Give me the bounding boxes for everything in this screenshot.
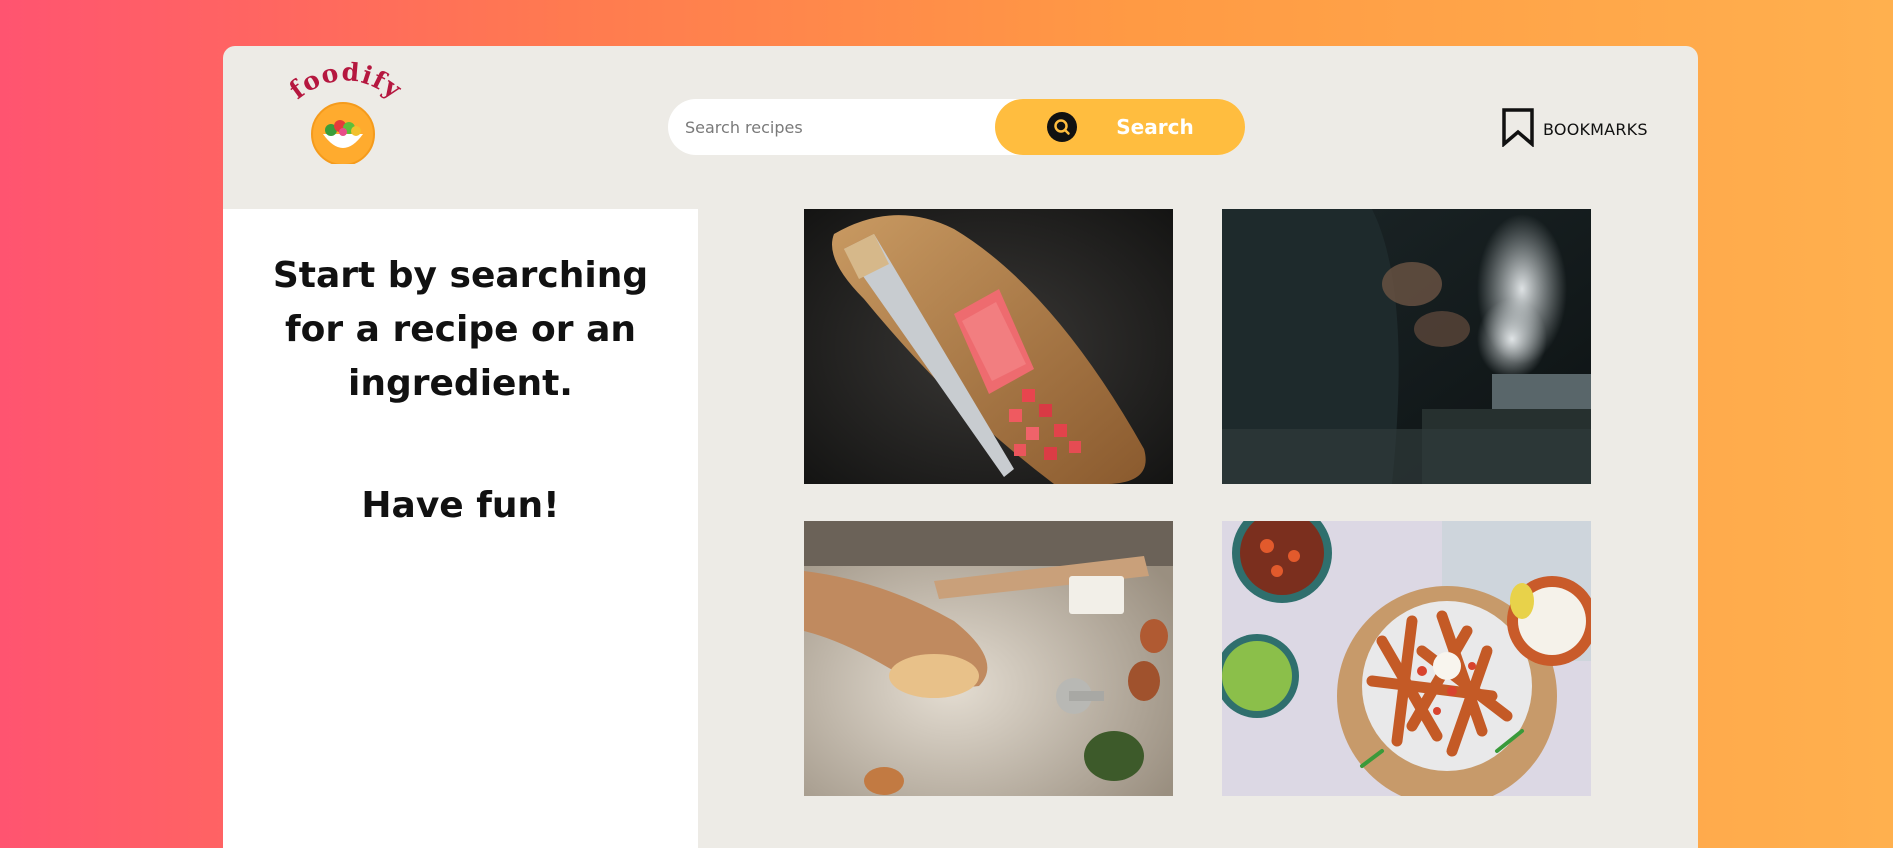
search-button-label: Search <box>1116 115 1194 139</box>
gallery-image-chef-steam <box>1222 209 1591 484</box>
bookmarks-button[interactable]: BOOKMARKS <box>1501 107 1648 151</box>
gallery-image-knife-tuna <box>804 209 1173 484</box>
svg-text:foodify: foodify <box>285 57 405 105</box>
search-icon <box>1046 111 1078 143</box>
gallery-image-dough <box>804 521 1173 796</box>
have-fun-message: Have fun! <box>361 485 560 526</box>
app-container: foodify Search recipes Search BOOKMARKS … <box>223 46 1698 848</box>
search-button[interactable]: Search <box>995 99 1245 155</box>
foodify-logo[interactable]: foodify <box>285 54 405 164</box>
search-input[interactable] <box>668 98 987 156</box>
bookmark-icon <box>1501 107 1535 151</box>
search-form: Search <box>668 98 1245 156</box>
gallery-image-sweet-potato-fries <box>1222 521 1591 796</box>
start-message: Start by searching for a recipe or an in… <box>272 255 649 404</box>
search-results-panel: Start by searching for a recipe or an in… <box>223 209 698 848</box>
bookmarks-label: BOOKMARKS <box>1543 119 1648 139</box>
